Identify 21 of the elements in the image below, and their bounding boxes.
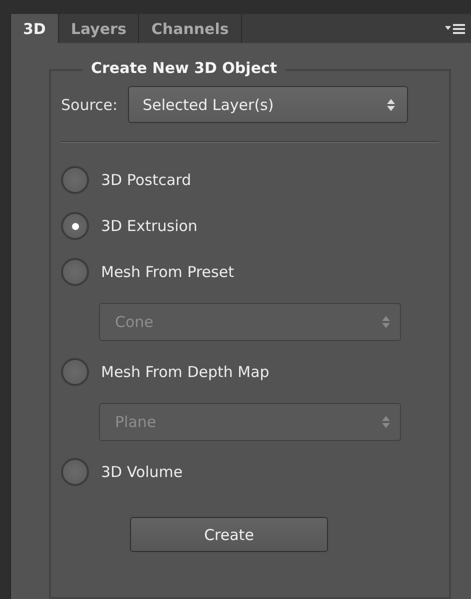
source-dropdown[interactable]: Selected Layer(s) — [128, 86, 408, 123]
panel-tab[interactable]: Channels — [139, 14, 242, 43]
radio-label: Mesh From Preset — [101, 263, 234, 281]
radio-button[interactable] — [61, 212, 89, 240]
radio-label: 3D Postcard — [101, 171, 192, 189]
panel-tab[interactable]: 3D — [11, 14, 59, 43]
panel-tab[interactable]: Layers — [58, 14, 140, 43]
radio-label: 3D Volume — [101, 463, 183, 481]
radio-label: 3D Extrusion — [101, 217, 198, 235]
radio-label: Mesh From Depth Map — [101, 363, 270, 381]
stepper-icon — [382, 316, 390, 328]
panel-menu-icon[interactable] — [445, 22, 465, 34]
radio-button[interactable] — [61, 358, 89, 386]
group-title: Create New 3D Object — [83, 59, 286, 77]
stepper-icon — [386, 98, 395, 110]
radio-button[interactable] — [61, 258, 89, 286]
create-button[interactable]: Create — [130, 517, 328, 552]
source-label: Source: — [61, 96, 118, 114]
radio-button[interactable] — [61, 166, 89, 194]
radio-button[interactable] — [61, 458, 89, 486]
stepper-icon — [382, 416, 390, 428]
